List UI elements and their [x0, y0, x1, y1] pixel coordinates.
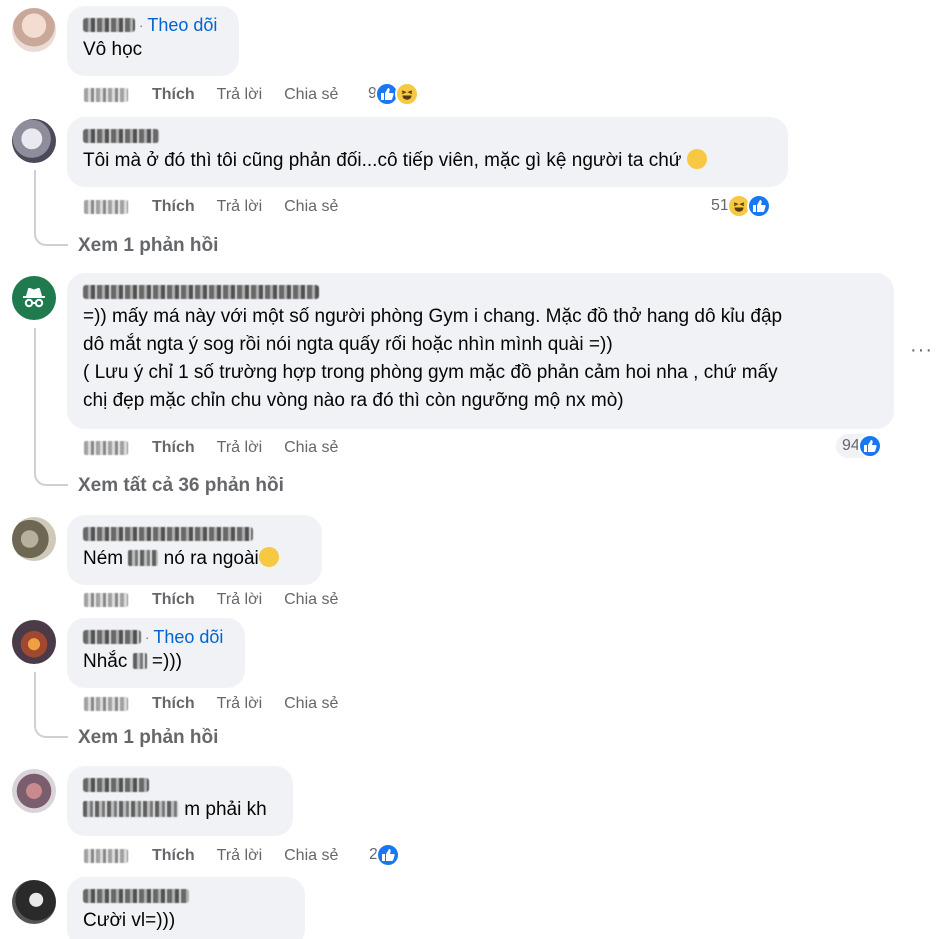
censored-word [128, 550, 159, 566]
more-options-icon[interactable]: ··· [910, 339, 933, 362]
share-button[interactable]: Chia sẻ [284, 198, 338, 216]
timestamp[interactable] [84, 593, 128, 607]
author-name[interactable] [83, 129, 159, 143]
comment-text: =)) mấy má này với một số người phòng Gy… [83, 306, 783, 411]
comment-text: m phải kh [83, 796, 281, 824]
reply-button[interactable]: Trả lời [217, 198, 262, 216]
like-button[interactable]: Thích [152, 695, 195, 713]
like-button[interactable]: Thích [152, 439, 195, 457]
rofl-emoji-icon [686, 149, 707, 169]
comment-bubble: Ném nó ra ngoài [67, 515, 322, 585]
author-row [83, 125, 776, 147]
comment-text: Nhắc =))) [83, 651, 182, 672]
comment-text: Cười vl=))) [83, 910, 176, 931]
comment-bubble: =)) mấy má này với một số người phòng Gy… [67, 273, 894, 429]
share-button[interactable]: Chia sẻ [284, 439, 338, 457]
haha-reaction-icon [394, 82, 419, 106]
like-reaction-icon [857, 434, 882, 458]
avatar[interactable] [12, 119, 56, 163]
like-button[interactable]: Thích [152, 198, 195, 216]
author-name[interactable] [83, 285, 319, 299]
comment-bubble: Tôi mà ở đó thì tôi cũng phản đối...cô t… [67, 117, 788, 187]
thread-line [34, 170, 68, 246]
like-reaction-icon [375, 843, 400, 867]
censored-text [83, 801, 179, 817]
like-button[interactable]: Thích [152, 86, 195, 104]
avatar[interactable] [12, 8, 56, 52]
author-row [83, 281, 882, 303]
comment-text: Ném nó ra ngoài [83, 545, 310, 573]
reaction-summary[interactable]: 9 [368, 82, 419, 106]
share-button[interactable]: Chia sẻ [284, 847, 338, 865]
author-name[interactable] [83, 630, 141, 644]
comment-bubble: m phải kh [67, 766, 293, 836]
reply-button[interactable]: Trả lời [217, 695, 262, 713]
reply-button[interactable]: Trả lời [217, 847, 262, 865]
thread-line [34, 672, 68, 738]
reaction-summary[interactable]: 51 [711, 194, 771, 218]
reply-button[interactable]: Trả lời [217, 86, 262, 104]
comment-text: Tôi mà ở đó thì tôi cũng phản đối...cô t… [83, 147, 776, 175]
avatar[interactable] [12, 517, 56, 561]
avatar[interactable] [12, 769, 56, 813]
reaction-summary[interactable]: 94 [836, 434, 882, 458]
comment-bubble: Cười vl=))) [67, 877, 305, 939]
thread-line [34, 328, 68, 486]
author-name[interactable] [83, 778, 149, 792]
comment-actions: Thích Trả lời Chia sẻ [84, 196, 338, 218]
incognito-icon [23, 287, 45, 308]
like-reaction-icon [746, 194, 771, 218]
share-button[interactable]: Chia sẻ [284, 86, 338, 104]
author-name[interactable] [83, 889, 189, 903]
avatar[interactable] [12, 276, 56, 320]
author-row [83, 885, 293, 907]
comment-bubble: · Theo dõi Vô học [67, 6, 239, 76]
reply-button[interactable]: Trả lời [217, 439, 262, 457]
separator-dot: · [145, 629, 150, 645]
author-row [83, 774, 281, 796]
avatar[interactable] [12, 620, 56, 664]
author-name[interactable] [83, 527, 253, 541]
comment-text: Vô học [83, 39, 143, 60]
view-replies-link[interactable]: Xem 1 phản hồi [78, 727, 218, 749]
follow-link[interactable]: Theo dõi [153, 627, 223, 648]
reaction-summary[interactable]: 2 [369, 843, 400, 867]
author-name[interactable] [83, 18, 135, 32]
author-row: · Theo dõi [83, 626, 233, 648]
author-row: · Theo dõi [83, 14, 227, 36]
timestamp[interactable] [84, 697, 128, 711]
share-button[interactable]: Chia sẻ [284, 591, 338, 609]
comment-actions: Thích Trả lời Chia sẻ [84, 589, 338, 611]
timestamp[interactable] [84, 441, 128, 455]
reply-button[interactable]: Trả lời [217, 591, 262, 609]
like-button[interactable]: Thích [152, 591, 195, 609]
view-replies-link[interactable]: Xem tất cả 36 phản hồi [78, 475, 284, 497]
author-row [83, 523, 310, 545]
share-button[interactable]: Chia sẻ [284, 695, 338, 713]
comment-actions: Thích Trả lời Chia sẻ [84, 437, 338, 459]
separator-dot: · [139, 17, 144, 33]
like-button[interactable]: Thích [152, 847, 195, 865]
comment-bubble: · Theo dõi Nhắc =))) [67, 618, 245, 688]
timestamp[interactable] [84, 849, 128, 863]
comment-actions: Thích Trả lời Chia sẻ [84, 84, 338, 106]
comment-actions: Thích Trả lời Chia sẻ [84, 845, 338, 867]
comment-actions: Thích Trả lời Chia sẻ [84, 693, 338, 715]
view-replies-link[interactable]: Xem 1 phản hồi [78, 235, 218, 257]
follow-link[interactable]: Theo dõi [147, 15, 217, 36]
scream-emoji-icon [258, 547, 279, 567]
censored-word [132, 653, 147, 669]
timestamp[interactable] [84, 200, 128, 214]
timestamp[interactable] [84, 88, 128, 102]
avatar[interactable] [12, 880, 56, 924]
